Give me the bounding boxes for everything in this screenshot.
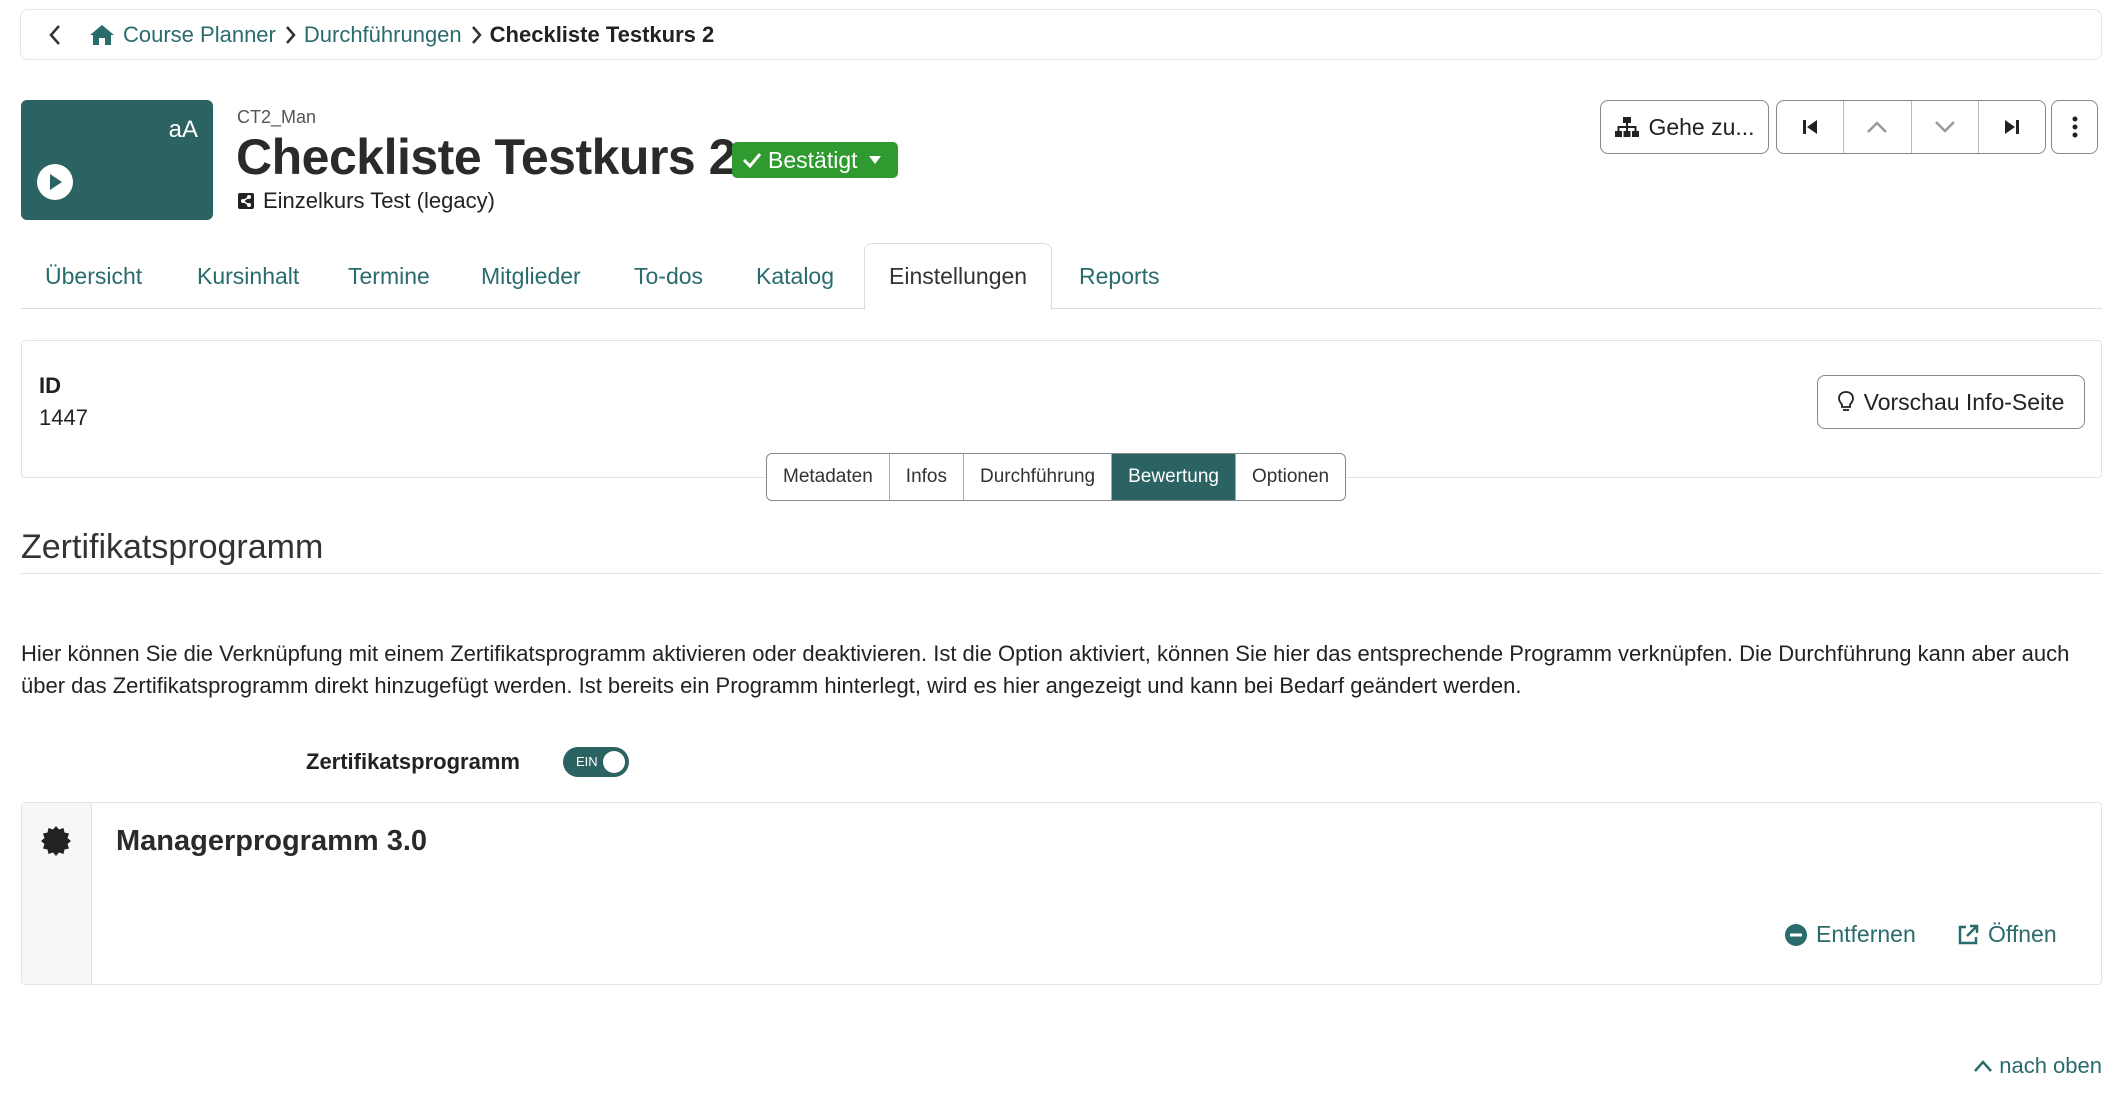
program-card: Managerprogramm 3.0 Entfernen Öffnen: [21, 802, 2102, 985]
open-button[interactable]: Öffnen: [1956, 921, 2057, 948]
goto-button[interactable]: Gehe zu...: [1600, 100, 1769, 154]
status-badge[interactable]: Bestätigt: [732, 142, 898, 178]
subtab-bewertung[interactable]: Bewertung: [1112, 454, 1236, 500]
check-icon: [742, 153, 762, 169]
lightbulb-icon: [1837, 391, 1854, 411]
home-icon[interactable]: [89, 23, 115, 47]
caret-down-icon: [868, 156, 881, 164]
record-navigation: [1776, 100, 2046, 154]
more-vertical-icon: [2072, 116, 2077, 138]
preview-info-page-button[interactable]: Vorschau Info-Seite: [1817, 375, 2085, 429]
tab-termine[interactable]: Termine: [324, 243, 454, 309]
play-icon: [37, 164, 73, 200]
previous-button[interactable]: [1844, 101, 1912, 153]
settings-subtabs: Metadaten Infos Durchführung Bewertung O…: [766, 453, 1347, 501]
certificate-toggle-label: Zertifikatsprogramm: [306, 749, 520, 774]
skip-last-icon: [2004, 120, 2019, 134]
tile-text: aA: [168, 116, 198, 143]
first-button[interactable]: [1777, 101, 1845, 153]
subtab-durchfuehrung[interactable]: Durchführung: [964, 454, 1113, 500]
page: Course Planner Durchführungen Checkliste…: [0, 0, 2124, 1110]
tab-reports[interactable]: Reports: [1055, 243, 1184, 309]
certificate-program-toggle[interactable]: EIN: [563, 747, 629, 777]
share-icon: [238, 193, 254, 209]
breadcrumb: Course Planner Durchführungen Checkliste…: [20, 9, 2102, 60]
course-type-label: Einzelkurs Test (legacy): [263, 188, 495, 213]
goto-label: Gehe zu...: [1648, 113, 1755, 140]
preview-info-page-label: Vorschau Info-Seite: [1863, 388, 2065, 415]
open-label: Öffnen: [1988, 921, 2057, 947]
chevron-up-icon: [1867, 121, 1888, 133]
course-thumbnail: aA: [21, 100, 213, 220]
tab-todos[interactable]: To-dos: [610, 243, 727, 309]
subtab-infos[interactable]: Infos: [890, 454, 964, 500]
chevron-right-icon: [284, 25, 296, 45]
tab-uebersicht[interactable]: Übersicht: [21, 243, 166, 309]
tab-mitglieder[interactable]: Mitglieder: [457, 243, 605, 309]
sitemap-icon: [1615, 117, 1640, 137]
subtab-optionen[interactable]: Optionen: [1236, 454, 1345, 500]
certificate-badge-icon: [41, 826, 71, 856]
subtab-metadaten[interactable]: Metadaten: [767, 454, 890, 500]
id-value: 1447: [39, 405, 88, 430]
chevron-up-icon: [1974, 1060, 1993, 1072]
chevron-left-icon: [49, 24, 60, 45]
back-to-top-link[interactable]: nach oben: [1973, 1053, 2102, 1079]
remove-button[interactable]: Entfernen: [1784, 921, 1916, 948]
section-title: Zertifikatsprogramm: [21, 528, 324, 566]
chevron-right-icon: [470, 25, 482, 45]
section-description: Hier können Sie die Verknüpfung mit eine…: [21, 641, 2070, 698]
section-divider: [21, 573, 2102, 574]
id-label: ID: [39, 373, 61, 398]
back-button[interactable]: [35, 15, 75, 55]
main-tabs: Übersicht Kursinhalt Termine Mitglieder …: [21, 243, 2102, 310]
chevron-down-icon: [1934, 121, 1955, 133]
back-to-top-label: nach oben: [1999, 1053, 2102, 1078]
tab-kursinhalt[interactable]: Kursinhalt: [173, 243, 323, 309]
tab-einstellungen[interactable]: Einstellungen: [864, 243, 1053, 310]
toggle-knob: [603, 751, 625, 773]
card-sidebar: [22, 803, 92, 984]
next-button[interactable]: [1912, 101, 1979, 153]
external-link-icon: [1958, 924, 1979, 944]
breadcrumb-current: Checkliste Testkurs 2: [489, 21, 715, 47]
course-reference: CT2_Man: [237, 107, 317, 127]
program-title: Managerprogramm 3.0: [116, 825, 428, 857]
tab-katalog[interactable]: Katalog: [732, 243, 858, 309]
more-options-button[interactable]: [2051, 100, 2098, 154]
status-label: Bestätigt: [768, 146, 858, 173]
breadcrumb-durchfuehrungen[interactable]: Durchführungen: [304, 22, 462, 48]
page-title: Checkliste Testkurs 2: [236, 129, 736, 185]
toggle-state: EIN: [576, 754, 598, 769]
last-button[interactable]: [1979, 101, 2045, 153]
minus-circle-icon: [1785, 923, 1807, 946]
skip-first-icon: [1803, 120, 1818, 134]
remove-label: Entfernen: [1816, 921, 1916, 947]
course-type: Einzelkurs Test (legacy): [237, 188, 495, 214]
breadcrumb-course-planner[interactable]: Course Planner: [123, 22, 276, 48]
